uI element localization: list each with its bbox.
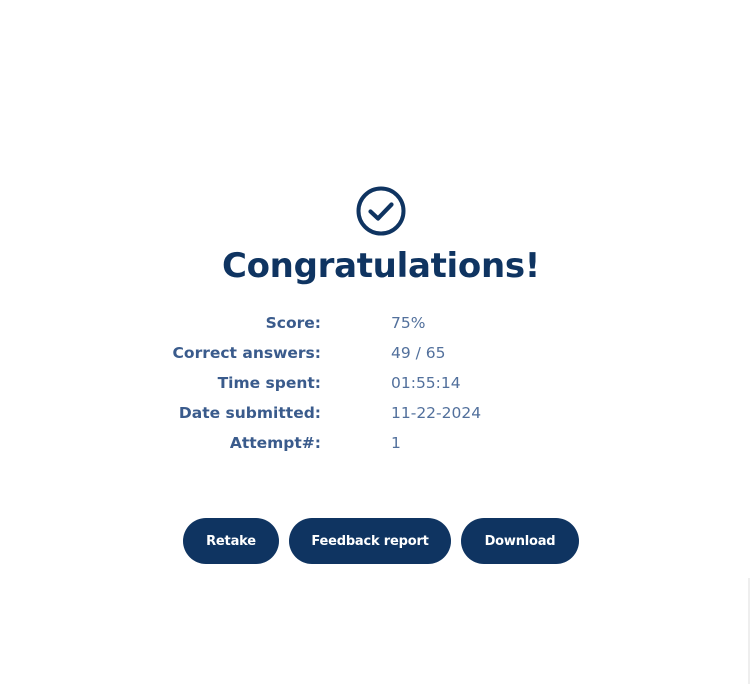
time-spent-label: Time spent: xyxy=(217,374,321,392)
date-submitted-value: 11-22-2024 xyxy=(391,404,482,422)
stat-row-score: Score: 75% xyxy=(150,310,550,340)
download-button[interactable]: Download xyxy=(461,518,579,564)
date-submitted-label: Date submitted: xyxy=(178,404,321,422)
stat-row-time-spent: Time spent: 01:55:14 xyxy=(150,370,550,400)
retake-button[interactable]: Retake xyxy=(183,518,279,564)
feedback-report-button[interactable]: Feedback report xyxy=(289,518,451,564)
results-page: Congratulations! Score: 75% Correct answ… xyxy=(0,0,750,684)
stat-row-date-submitted: Date submitted: 11-22-2024 xyxy=(150,400,550,430)
score-label: Score: xyxy=(265,314,321,332)
attempt-value: 1 xyxy=(391,434,401,452)
check-circle-icon xyxy=(356,186,406,236)
attempt-label: Attempt#: xyxy=(229,434,321,452)
correct-answers-value: 49 / 65 xyxy=(391,344,446,362)
time-spent-value: 01:55:14 xyxy=(391,374,461,392)
correct-answers-label: Correct answers: xyxy=(172,344,321,362)
stat-row-attempt: Attempt#: 1 xyxy=(150,430,550,460)
page-title: Congratulations! xyxy=(221,246,541,286)
stat-row-correct-answers: Correct answers: 49 / 65 xyxy=(150,340,550,370)
result-stats: Score: 75% Correct answers: 49 / 65 Time… xyxy=(150,310,550,460)
score-value: 75% xyxy=(391,314,426,332)
